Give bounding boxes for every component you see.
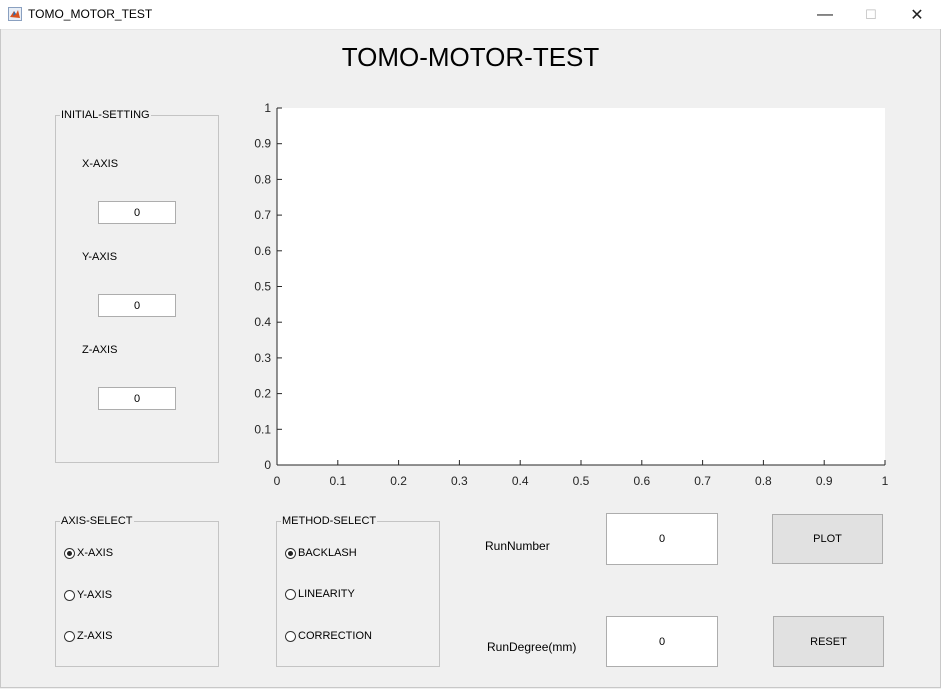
radio-linearity[interactable]: LINEARITY [285, 588, 355, 600]
radio-y-axis-label: Y-AXIS [77, 589, 113, 601]
plot-button[interactable]: PLOT [772, 514, 883, 564]
x-tick-label: 1 [882, 474, 889, 488]
x-tick-label: 0.8 [755, 474, 772, 488]
axis-select-legend: AXIS-SELECT [60, 515, 134, 527]
y-tick-label: 0.3 [254, 351, 271, 365]
run-number-input[interactable]: 0 [606, 513, 718, 565]
radio-y-axis-indicator [64, 589, 75, 601]
radio-backlash[interactable]: BACKLASH [285, 547, 357, 559]
x-tick-label: 0.6 [633, 474, 650, 488]
method-select-legend: METHOD-SELECT [281, 515, 378, 527]
x-tick-label: 0.9 [816, 474, 833, 488]
y-tick-label: 0.1 [254, 422, 271, 436]
radio-z-axis-indicator [64, 630, 75, 642]
run-number-label: RunNumber [485, 539, 550, 553]
radio-x-axis[interactable]: X-AXIS [64, 547, 113, 559]
y-tick-label: 0.9 [254, 137, 271, 151]
y-tick-label: 0.2 [254, 387, 271, 401]
run-degree-label: RunDegree(mm) [487, 640, 577, 654]
radio-correction-label: CORRECTION [298, 630, 372, 642]
x-tick-label: 0.4 [512, 474, 529, 488]
radio-z-axis[interactable]: Z-AXIS [64, 630, 112, 642]
radio-correction-indicator [285, 630, 296, 642]
radio-linearity-indicator [285, 588, 296, 600]
y-tick-label: 1 [264, 101, 271, 115]
radio-z-axis-label: Z-AXIS [77, 630, 113, 642]
y-tick-label: 0.7 [254, 208, 271, 222]
x-tick-label: 0.7 [694, 474, 711, 488]
x-tick-label: 0 [274, 474, 281, 488]
radio-correction[interactable]: CORRECTION [285, 630, 372, 642]
y-tick-label: 0.4 [254, 315, 271, 329]
plot-area [277, 108, 885, 465]
x-tick-label: 0.1 [329, 474, 346, 488]
radio-x-axis-indicator [64, 547, 75, 559]
run-degree-input[interactable]: 0 [606, 616, 718, 667]
radio-backlash-label: BACKLASH [298, 547, 357, 559]
x-tick-label: 0.3 [451, 474, 468, 488]
y-tick-label: 0.5 [254, 280, 271, 294]
radio-linearity-label: LINEARITY [298, 588, 355, 600]
radio-x-axis-label: X-AXIS [77, 547, 114, 559]
x-tick-label: 0.5 [573, 474, 590, 488]
reset-button[interactable]: RESET [773, 616, 884, 667]
y-tick-label: 0 [264, 458, 271, 472]
radio-y-axis[interactable]: Y-AXIS [64, 589, 112, 601]
y-tick-label: 0.8 [254, 172, 271, 186]
radio-backlash-indicator [285, 547, 296, 559]
x-tick-label: 0.2 [390, 474, 407, 488]
y-tick-label: 0.6 [254, 244, 271, 258]
